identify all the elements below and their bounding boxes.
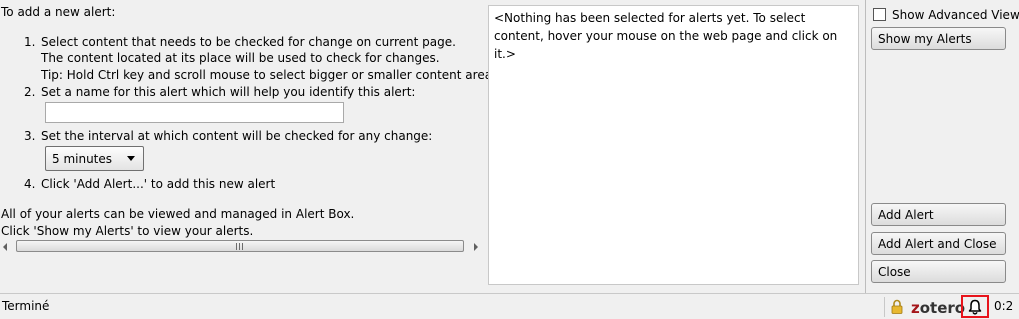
- step3-text: Set the interval at which content will b…: [41, 129, 433, 143]
- close-button[interactable]: Close: [871, 260, 1006, 283]
- step2-number: 2.: [24, 85, 36, 99]
- footer-line1: All of your alerts can be viewed and man…: [1, 207, 355, 221]
- add-alert-and-close-button[interactable]: Add Alert and Close: [871, 232, 1006, 255]
- add-alert-label: Add Alert: [878, 207, 934, 222]
- show-my-alerts-label: Show my Alerts: [878, 31, 972, 46]
- step1-number: 1.: [24, 35, 36, 49]
- status-bar: [0, 293, 1019, 319]
- selection-message: <Nothing has been selected for alerts ye…: [494, 11, 838, 61]
- step2-text: Set a name for this alert which will hel…: [41, 85, 416, 99]
- alert-form-panel: To add a new alert: 1. Select content th…: [0, 0, 865, 293]
- chevron-down-icon: [127, 156, 135, 161]
- lock-icon: [891, 299, 903, 317]
- add-alert-and-close-label: Add Alert and Close: [878, 236, 997, 251]
- status-divider: [884, 297, 885, 317]
- step3-number: 3.: [24, 129, 36, 143]
- horizontal-scrollbar[interactable]: [0, 239, 485, 254]
- selection-message-box: <Nothing has been selected for alerts ye…: [488, 5, 859, 285]
- step1-line2: The content located at its place will be…: [41, 51, 440, 65]
- step1-line1: Select content that needs to be checked …: [41, 35, 456, 49]
- show-my-alerts-button[interactable]: Show my Alerts: [871, 27, 1006, 50]
- close-label: Close: [878, 264, 911, 279]
- status-counter: 0:2: [994, 299, 1014, 313]
- show-advanced-label[interactable]: Show Advanced View: [892, 7, 1019, 23]
- interval-select[interactable]: 5 minutes: [45, 146, 144, 171]
- step4-number: 4.: [24, 177, 36, 191]
- footer-line2: Click 'Show my Alerts' to view your aler…: [1, 224, 254, 238]
- bell-icon: [968, 299, 982, 315]
- step4-text: Click 'Add Alert...' to add this new ale…: [41, 177, 276, 191]
- alert-name-input[interactable]: [45, 102, 344, 123]
- add-alert-button[interactable]: Add Alert: [871, 203, 1006, 226]
- scroll-left-icon[interactable]: [3, 243, 7, 251]
- zotero-logo[interactable]: zotero: [911, 298, 965, 318]
- step1-tip: Tip: Hold Ctrl key and scroll mouse to s…: [41, 68, 496, 82]
- show-advanced-checkbox[interactable]: [873, 8, 886, 21]
- interval-selected-value: 5 minutes: [52, 151, 113, 166]
- instructions-heading: To add a new alert:: [1, 5, 116, 19]
- status-text: Terminé: [2, 299, 50, 313]
- zotero-rest: otero: [919, 299, 966, 317]
- scrollbar-thumb[interactable]: [16, 240, 464, 252]
- scroll-right-icon[interactable]: [474, 243, 478, 251]
- bell-highlight[interactable]: [961, 295, 989, 318]
- grip-icon: [236, 243, 244, 250]
